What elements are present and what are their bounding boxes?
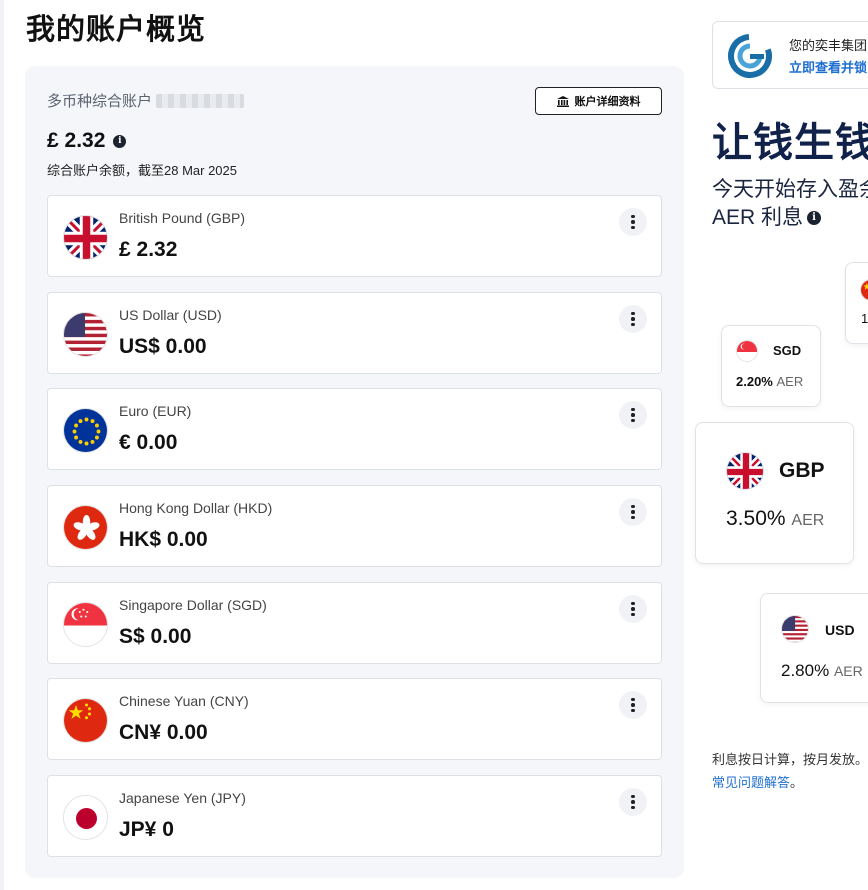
currency-amount: JP¥ 0 (119, 818, 174, 841)
account-name-label: 多币种综合账户 (47, 93, 153, 110)
balance-note: 综合账户余额，截至28 Mar 2025 (47, 163, 237, 178)
currency-amount: S$ 0.00 (119, 625, 192, 648)
currency-name: Euro (EUR) (119, 403, 192, 419)
brand-logo-icon (728, 34, 772, 78)
more-options-button[interactable] (619, 498, 647, 526)
currency-amount: HK$ 0.00 (119, 528, 208, 551)
aer-label: AER 利息 (712, 206, 804, 229)
rate-code: USD (825, 622, 855, 638)
account-name: 多币种综合账户 (47, 90, 245, 111)
currency-name: Singapore Dollar (SGD) (119, 597, 267, 613)
uk-flag-icon (726, 452, 764, 490)
rate-card-gbp[interactable]: GBP 3.50% AER (695, 422, 854, 564)
faq-link[interactable]: 常见问题解答 (712, 775, 790, 790)
uk-flag-icon (63, 215, 108, 260)
more-options-button[interactable] (619, 595, 647, 623)
left-rail (0, 0, 4, 890)
currency-card-sgd[interactable]: Singapore Dollar (SGD) S$ 0.00 (47, 582, 662, 664)
rate-card-usd[interactable]: USD 2.80% AER (760, 593, 868, 703)
more-options-button[interactable] (619, 305, 647, 333)
savings-subtitle-line1: 今天开始存入盈余 (712, 178, 868, 201)
rate-code: SGD (773, 343, 802, 358)
savings-footnote: 利息按日计算，按月发放。洋 常见问题解答。 (712, 748, 868, 794)
account-details-button[interactable]: 账户详细资料 (535, 87, 662, 115)
eu-flag-icon (63, 408, 108, 453)
currency-amount: US$ 0.00 (119, 335, 207, 358)
account-panel: 多币种综合账户 账户详细资料 £ 2.32 i 综合账户余额，截至28 Mar … (25, 66, 684, 878)
us-flag-icon (781, 615, 809, 643)
masked-account-number (156, 93, 245, 108)
currency-amount: £ 2.32 (119, 238, 178, 261)
footnote-line2: 常见问题解答。 (712, 775, 804, 790)
bank-icon (556, 95, 569, 107)
hk-flag-icon (63, 505, 108, 550)
promo-link[interactable]: 立即查看并锁 (789, 57, 867, 76)
rate-card-cny[interactable]: 1 (845, 262, 868, 344)
currency-card-gbp[interactable]: British Pound (GBP) £ 2.32 (47, 195, 662, 277)
currency-name: British Pound (GBP) (119, 210, 246, 226)
currency-name: Japanese Yen (JPY) (119, 790, 246, 806)
rate-card-sgd[interactable]: SGD 2.20% AER (721, 325, 821, 407)
currency-name: US Dollar (USD) (119, 307, 222, 323)
savings-subtitle-line2: AER 利息 i (712, 204, 868, 232)
rate-value: 2.20% AER (736, 374, 804, 389)
more-options-button[interactable] (619, 208, 647, 236)
total-balance-value: £ 2.32 (47, 129, 106, 152)
footnote-line1: 利息按日计算，按月发放。洋 (712, 752, 868, 767)
info-icon[interactable]: i (113, 134, 127, 148)
currency-card-cny[interactable]: Chinese Yuan (CNY) CN¥ 0.00 (47, 678, 662, 760)
info-icon[interactable]: i (807, 211, 822, 226)
promo-text: 您的奕丰集团 (789, 38, 868, 53)
currency-card-usd[interactable]: US Dollar (USD) US$ 0.00 (47, 292, 662, 374)
more-options-button[interactable] (619, 788, 647, 816)
account-details-label: 账户详细资料 (574, 96, 641, 108)
cn-flag-icon (63, 698, 108, 743)
more-options-button[interactable] (619, 401, 647, 429)
rate-value: 2.80% AER (781, 661, 863, 680)
currency-card-jpy[interactable]: Japanese Yen (JPY) JP¥ 0 (47, 775, 662, 857)
us-flag-icon (63, 312, 108, 357)
sg-flag-icon (736, 340, 758, 362)
cn-flag-icon (860, 279, 868, 301)
currency-amount: € 0.00 (119, 431, 178, 454)
savings-subtitle: 今天开始存入盈余 AER 利息 i (712, 176, 868, 232)
currency-amount: CN¥ 0.00 (119, 721, 208, 744)
promo-banner[interactable]: 您的奕丰集团 立即查看并锁 (712, 21, 868, 89)
sg-flag-icon (63, 602, 108, 647)
rate-code: GBP (779, 459, 825, 482)
rate-value: 3.50% AER (726, 507, 825, 530)
total-balance: £ 2.32 i (47, 129, 127, 153)
page-title: 我的账户概览 (26, 14, 207, 46)
rate-value: 1 (861, 311, 868, 326)
currency-card-eur[interactable]: Euro (EUR) € 0.00 (47, 388, 662, 470)
savings-title: 让钱生钱 (712, 121, 868, 165)
currency-name: Chinese Yuan (CNY) (119, 693, 249, 709)
more-options-button[interactable] (619, 691, 647, 719)
currency-name: Hong Kong Dollar (HKD) (119, 500, 273, 516)
currency-card-hkd[interactable]: Hong Kong Dollar (HKD) HK$ 0.00 (47, 485, 662, 567)
jp-flag-icon (63, 795, 108, 840)
